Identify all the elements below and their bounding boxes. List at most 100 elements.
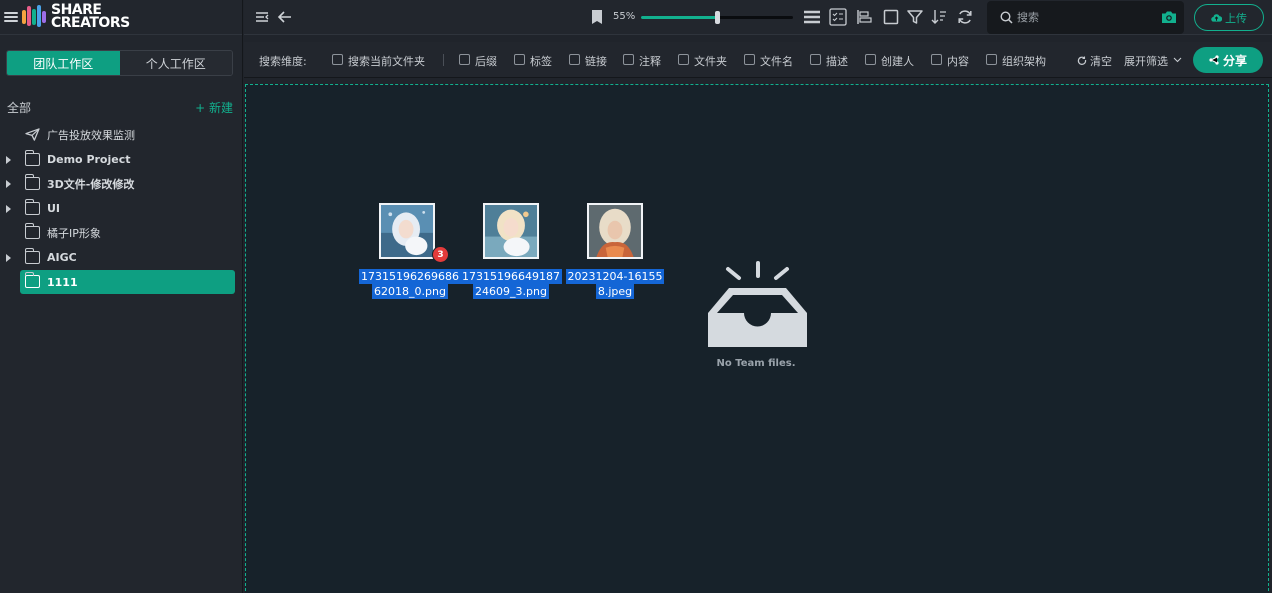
file-name-line1: 20231204-16155	[565, 269, 665, 284]
share-label: 分享	[1222, 53, 1247, 68]
zoom-slider-fill	[641, 16, 717, 19]
file-name-line2: 62018_0.png	[372, 284, 448, 299]
filter-option-label: 注释	[639, 55, 661, 68]
folder-icon	[24, 223, 40, 239]
search-icon	[1000, 11, 1013, 24]
file-thumbnail[interactable]	[483, 203, 539, 259]
filter-option-label: 搜索当前文件夹	[348, 55, 425, 68]
tree-item-ad-monitoring[interactable]: 广告投放效果监测	[0, 123, 243, 148]
share-icon	[1209, 55, 1219, 65]
tree-item-label: 1111	[47, 275, 78, 289]
expand-arrow-icon[interactable]	[6, 253, 11, 262]
share-button[interactable]: 分享	[1193, 47, 1263, 73]
zoom-level: 55%	[613, 11, 636, 22]
thumbnail-image	[381, 205, 433, 257]
tab-team-workspace[interactable]: 团队工作区	[7, 51, 120, 75]
logo-mark	[22, 4, 48, 30]
folder-icon	[24, 247, 40, 264]
workspace-tabs: 团队工作区 个人工作区	[6, 50, 233, 76]
top-toolbar: 55% 上传	[244, 0, 1272, 35]
tree-item-1111[interactable]: 1111	[0, 270, 243, 295]
chevron-down-icon	[1173, 57, 1182, 63]
upload-button[interactable]: 上传	[1194, 4, 1264, 31]
sort-icon[interactable]	[931, 9, 947, 25]
checkbox-description[interactable]	[810, 54, 821, 65]
clear-button[interactable]: 清空	[1090, 53, 1112, 69]
expand-arrow-icon[interactable]	[6, 155, 11, 164]
file-count-badge: 3	[432, 246, 449, 263]
search-dimension-bar: 搜索维度: 搜索当前文件夹 后缀 标签 链接 注释 文件夹 文件名 描述 创建人…	[244, 42, 1272, 78]
refresh-icon[interactable]	[957, 9, 973, 25]
tree-item-label: 3D文件-修改修改	[47, 178, 135, 192]
folder-icon	[24, 198, 40, 215]
collapse-menu-icon[interactable]	[254, 9, 270, 25]
file-thumbnail[interactable]	[587, 203, 643, 259]
folder-icon	[24, 174, 40, 190]
tree-item-3d-files[interactable]: 3D文件-修改修改	[0, 172, 243, 197]
square-select-icon[interactable]	[883, 9, 899, 25]
folder-icon	[24, 149, 40, 166]
thumbnail-image	[485, 205, 537, 257]
file-name-line1: 17315196649187	[460, 269, 562, 284]
tree-item-ui[interactable]: UI	[0, 197, 243, 222]
search-input[interactable]	[1017, 9, 1147, 26]
checkbox-org-structure[interactable]	[986, 54, 997, 65]
tab-personal-workspace[interactable]: 个人工作区	[119, 51, 232, 75]
folder-icon	[24, 272, 40, 288]
align-left-icon[interactable]	[856, 9, 872, 25]
tree-item-label: Demo Project	[47, 153, 131, 167]
filter-option-label: 描述	[826, 55, 848, 68]
expand-arrow-icon[interactable]	[6, 180, 11, 189]
file-name-line1: 17315196269686	[359, 269, 461, 284]
tree-item-label: AIGC	[47, 251, 77, 265]
new-folder-button[interactable]: + 新建	[195, 99, 233, 116]
back-arrow-icon[interactable]	[277, 9, 293, 25]
expand-arrow-icon[interactable]	[6, 204, 11, 213]
sidebar-toggle-icon[interactable]	[4, 10, 18, 24]
checkbox-folder[interactable]	[678, 54, 689, 65]
empty-state-text: No Team files.	[716, 358, 796, 369]
filter-option-label: 创建人	[881, 55, 914, 68]
checkbox-suffix[interactable]	[459, 54, 470, 65]
checkbox-link[interactable]	[569, 54, 580, 65]
filter-option-label: 后缀	[475, 55, 497, 68]
empty-inbox-icon	[708, 261, 807, 347]
checkbox-note[interactable]	[623, 54, 634, 65]
filter-option-label: 文件名	[760, 55, 793, 68]
tree-item-aigc[interactable]: AIGC	[0, 246, 243, 271]
window-margin	[1272, 0, 1280, 593]
zoom-slider-thumb[interactable]	[715, 11, 720, 24]
tree-item-label: 广告投放效果监测	[47, 129, 135, 143]
logo-text: SHARE CREATORS	[51, 3, 130, 31]
search-dimension-label: 搜索维度:	[259, 55, 307, 68]
filter-option-label: 标签	[530, 55, 552, 68]
file-name: 20231204-16155 8.jpeg	[560, 269, 670, 299]
bookmark-icon[interactable]	[589, 9, 605, 25]
filter-option-label: 组织架构	[1002, 55, 1046, 68]
filter-option-label: 内容	[947, 55, 969, 68]
filter-option-label: 链接	[585, 55, 607, 68]
file-name-line2: 24609_3.png	[473, 284, 549, 299]
logo-text-line2: CREATORS	[51, 15, 130, 31]
checkbox-content[interactable]	[931, 54, 942, 65]
checkbox-tag[interactable]	[514, 54, 525, 65]
checkbox-current-folder[interactable]	[332, 54, 343, 65]
list-view-icon[interactable]	[803, 9, 821, 25]
checkbox-creator[interactable]	[865, 54, 876, 65]
file-drop-area[interactable]: 3 17315196269686 62018_0.png 17315196649…	[245, 84, 1269, 593]
zoom-slider[interactable]	[641, 11, 793, 24]
camera-icon[interactable]	[1161, 10, 1177, 24]
file-name: 17315196649187 24609_3.png	[456, 269, 566, 299]
filter-icon[interactable]	[907, 9, 923, 25]
file-name-line2: 8.jpeg	[595, 284, 635, 299]
tree-item-orange-ip[interactable]: 橘子IP形象	[0, 221, 243, 246]
file-thumbnail[interactable]	[379, 203, 435, 259]
tree-item-demo-project[interactable]: Demo Project	[0, 148, 243, 173]
checklist-icon[interactable]	[829, 8, 847, 26]
expand-filter-button[interactable]: 展开筛选	[1124, 53, 1168, 69]
tree-header: 全部 + 新建	[7, 99, 233, 116]
file-name: 17315196269686 62018_0.png	[355, 269, 465, 299]
thumbnail-image	[589, 205, 641, 257]
checkbox-filename[interactable]	[744, 54, 755, 65]
tree-item-label: UI	[47, 202, 61, 216]
